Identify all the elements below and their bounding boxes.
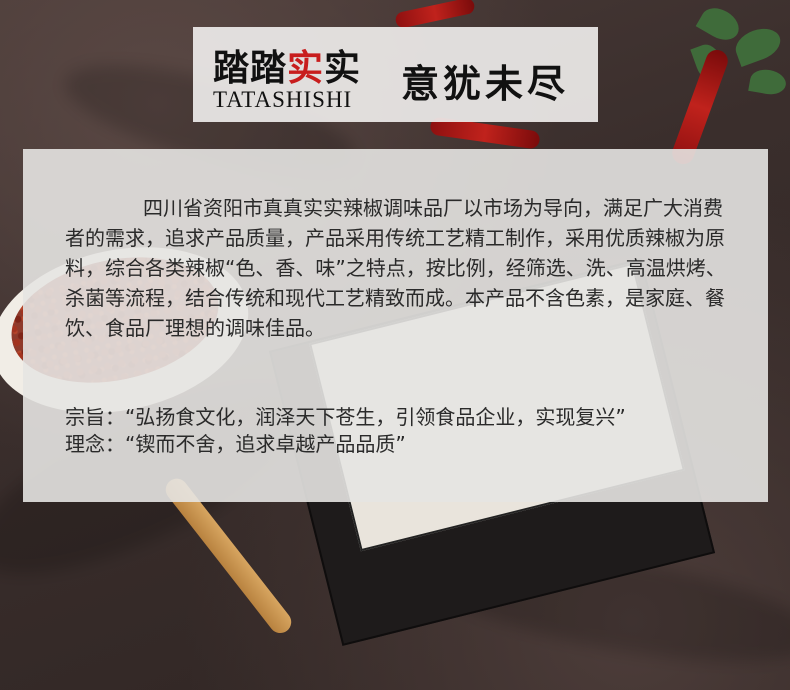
description-panel: 四川省资阳市真真实实辣椒调味品厂以市场为导向，满足广大消费者的需求，追求产品质量… [23, 149, 768, 502]
company-description: 四川省资阳市真真实实辣椒调味品厂以市场为导向，满足广大消费者的需求，追求产品质量… [65, 196, 726, 340]
brand-banner: 踏踏实实 TATASHISHI 意犹未尽 [193, 27, 598, 122]
tenet-text: 宗旨：“弘扬食文化，润泽天下苍生，引领食品企业，实现复兴” [65, 405, 626, 429]
leaf-decoration [695, 1, 745, 47]
brand-name-english: TATASHISHI [213, 87, 353, 112]
leaf-decoration [748, 67, 788, 97]
leaf-decoration [731, 23, 785, 67]
slogan: 意犹未尽 [401, 61, 570, 106]
chili-pepper [394, 0, 476, 30]
philosophy-text: 理念：“锲而不舍，追求卓越产品品质” [65, 432, 406, 456]
brand-logo: 踏踏实实 [213, 47, 362, 89]
